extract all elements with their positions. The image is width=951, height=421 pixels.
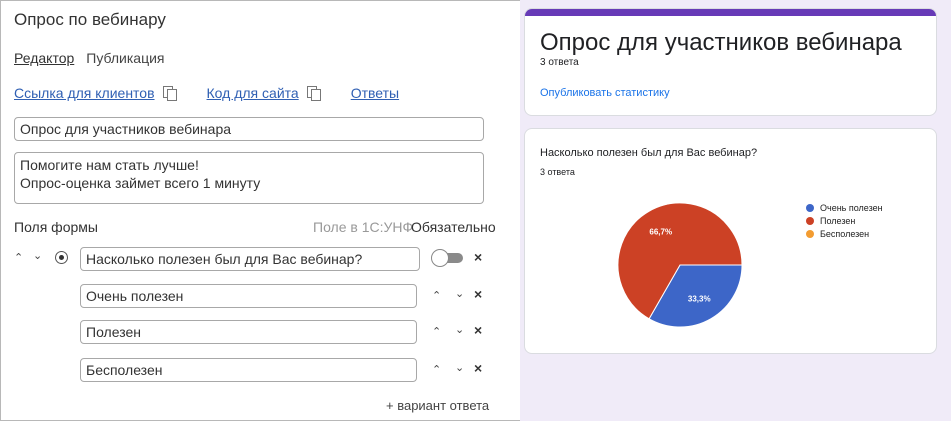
preview-title: Опрос для участников вебинара (540, 29, 902, 56)
delete-option-icon[interactable]: × (474, 287, 482, 301)
copy-icon[interactable] (162, 86, 177, 101)
delete-option-icon[interactable]: × (474, 323, 482, 337)
delete-question-icon[interactable]: × (474, 250, 482, 264)
links-row: Ссылка для клиентов Код для сайта Ответы (14, 85, 399, 101)
legend-label: Бесполезен (820, 228, 870, 239)
publish-stats-link[interactable]: Опубликовать статистику (540, 87, 670, 99)
legend-label: Очень полезен (820, 202, 883, 213)
move-down-icon[interactable]: ⌄ (455, 362, 464, 374)
card-accent-bar (525, 9, 936, 16)
chart-legend: Очень полезен Полезен Бесполезен (806, 201, 883, 240)
move-up-icon[interactable]: ⌃ (432, 290, 441, 302)
legend-dot-icon (806, 203, 814, 212)
stats-response-count: 3 ответа (540, 167, 575, 177)
legend-item: Полезен (806, 214, 883, 227)
question-input[interactable] (80, 247, 420, 271)
response-count: 3 ответа (540, 57, 579, 68)
move-up-icon[interactable]: ⌃ (432, 364, 441, 376)
required-label: Обязательно (411, 219, 496, 235)
legend-label: Полезен (820, 215, 856, 226)
legend-item: Очень полезен (806, 201, 883, 214)
toggle-knob (431, 249, 449, 267)
copy-icon[interactable] (306, 86, 321, 101)
survey-description-input[interactable]: Помогите нам стать лучше! Опрос-оценка з… (14, 152, 484, 204)
client-link[interactable]: Ссылка для клиентов (14, 85, 155, 101)
legend-dot-icon (806, 216, 814, 225)
legend-item: Бесполезен (806, 227, 883, 240)
radio-type-icon[interactable] (55, 251, 68, 264)
move-down-icon[interactable]: ⌄ (33, 250, 42, 262)
tab-bar: Редактор Публикация (14, 50, 165, 66)
survey-title-input[interactable] (14, 117, 484, 141)
question-stats-card: Насколько полезен был для Вас вебинар? 3… (524, 128, 937, 354)
pie-label-0: 33,3% (688, 294, 711, 303)
required-toggle[interactable] (431, 249, 463, 267)
field-1c-label: Поле в 1С:УНФ (313, 219, 414, 235)
option-input[interactable] (80, 320, 417, 344)
option-input[interactable] (80, 284, 417, 308)
move-down-icon[interactable]: ⌄ (455, 324, 464, 336)
add-option-button[interactable]: + вариант ответа (386, 398, 489, 413)
fields-label: Поля формы (14, 219, 98, 235)
move-up-icon[interactable]: ⌃ (14, 252, 23, 264)
stats-question: Насколько полезен был для Вас вебинар? (540, 147, 758, 159)
legend-dot-icon (806, 229, 814, 238)
tab-editor[interactable]: Редактор (14, 50, 74, 66)
answers-link[interactable]: Ответы (351, 85, 399, 101)
delete-option-icon[interactable]: × (474, 361, 482, 375)
option-input[interactable] (80, 358, 417, 382)
move-up-icon[interactable]: ⌃ (432, 326, 441, 338)
move-down-icon[interactable]: ⌄ (455, 288, 464, 300)
page-title: Опрос по вебинару (14, 10, 166, 29)
pie-label-1: 66,7% (649, 228, 672, 237)
summary-card: Опрос для участников вебинара 3 ответа О… (524, 8, 937, 116)
site-code-link[interactable]: Код для сайта (207, 85, 299, 101)
tab-publication[interactable]: Публикация (86, 50, 164, 66)
pie-chart: 33,3% 66,7% (617, 202, 743, 328)
